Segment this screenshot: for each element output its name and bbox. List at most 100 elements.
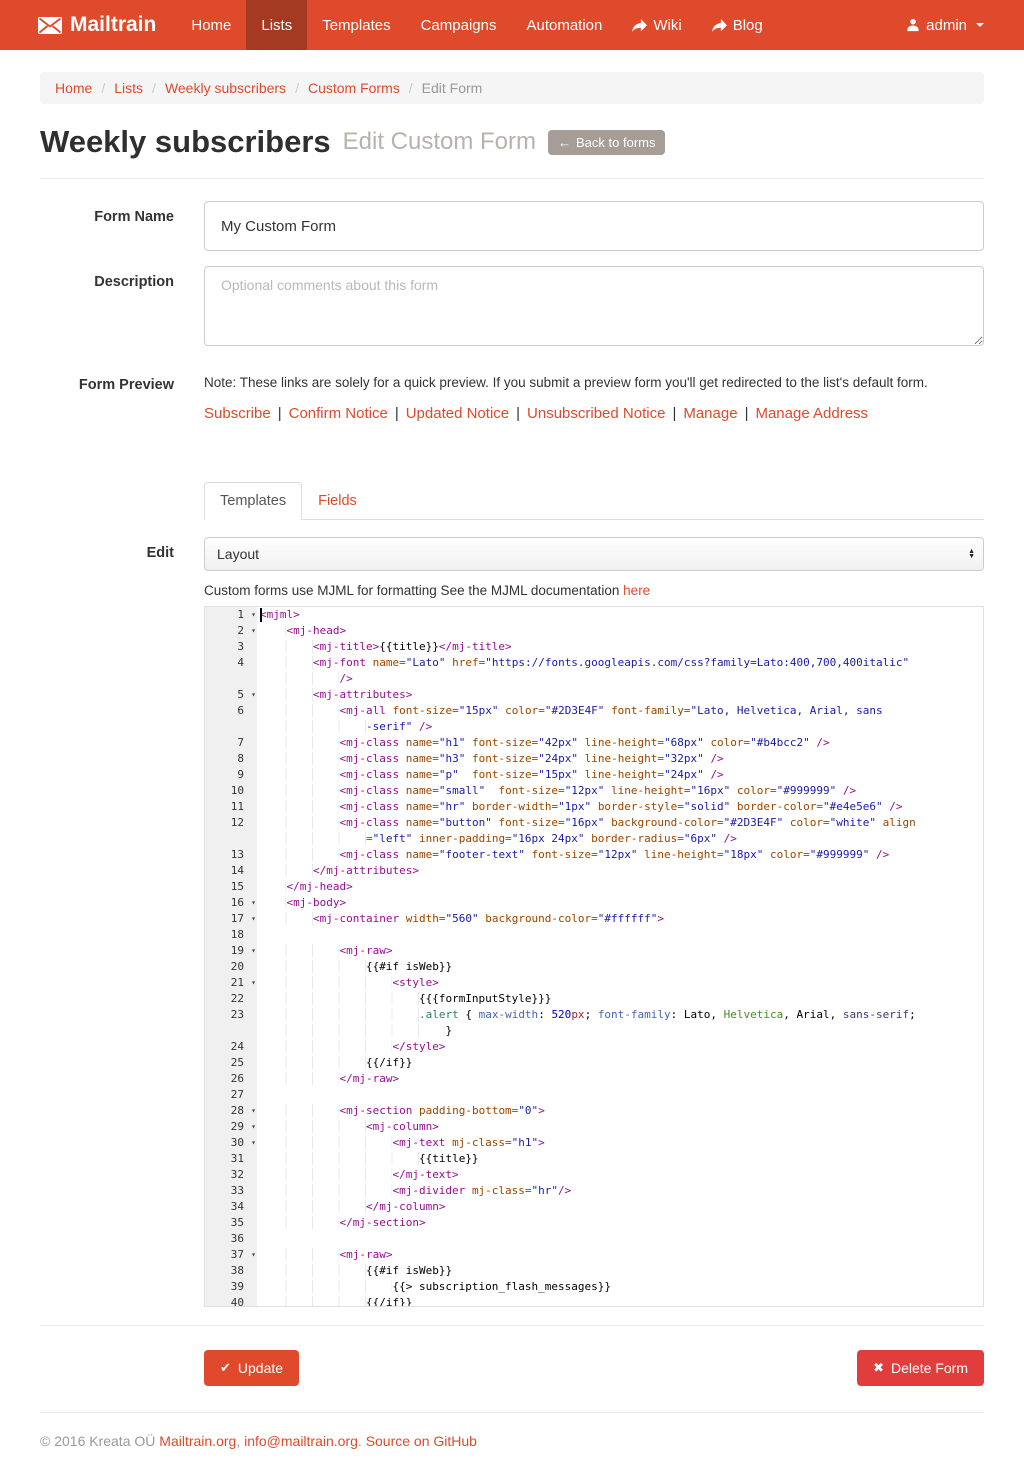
editor-row: 22 {{{formInputStyle}}}: [205, 991, 983, 1007]
indent-guide: [260, 1072, 339, 1085]
fold-arrow-icon[interactable]: ▾: [251, 1103, 256, 1119]
code-token: "solid": [684, 800, 730, 813]
editor-row: 7 <mj-class name="h1" font-size="42px" l…: [205, 735, 983, 751]
nav-item-blog[interactable]: Blog: [697, 0, 778, 50]
code-token: "6px": [684, 832, 717, 845]
brand[interactable]: Mailtrain: [38, 0, 156, 50]
gutter-cell: 3: [205, 639, 257, 655]
nav-item-label: Campaigns: [421, 17, 497, 34]
form-name-row: Form Name: [40, 201, 984, 251]
code-token: </style>: [392, 1040, 445, 1053]
nav-item-templates[interactable]: Templates: [307, 0, 405, 50]
nav-item-campaigns[interactable]: Campaigns: [406, 0, 512, 50]
footer-link-info-mailtrain-org[interactable]: info@mailtrain.org: [244, 1433, 358, 1449]
code-token: padding-bottom=: [419, 1104, 518, 1117]
form-preview-row: Form Preview Note: These links are solel…: [40, 375, 984, 422]
nav-item-label: Templates: [322, 17, 390, 34]
nav-item-lists[interactable]: Lists: [246, 0, 307, 50]
breadcrumb-item-lists[interactable]: Lists: [114, 80, 143, 96]
fold-arrow-icon[interactable]: ▾: [251, 943, 256, 959]
editor-row: 15 </mj-head>: [205, 879, 983, 895]
code-token: background-color=: [611, 816, 724, 829]
code-token: color=: [770, 848, 810, 861]
fold-arrow-icon[interactable]: ▾: [251, 911, 256, 927]
code-token: [399, 848, 406, 861]
code-token: sans-serif: [843, 1008, 909, 1021]
tab-templates[interactable]: Templates: [204, 482, 302, 520]
header-divider: [40, 178, 984, 179]
editor-row: 38 {{#if isWeb}}: [205, 1263, 983, 1279]
editor-row: -serif" />: [205, 719, 983, 735]
page-title: Weekly subscribers: [40, 124, 331, 160]
fold-arrow-icon[interactable]: ▾: [251, 687, 256, 703]
fold-arrow-icon[interactable]: ▾: [251, 895, 256, 911]
edit-layout-select[interactable]: Layout ▲▼: [204, 537, 984, 571]
fold-arrow-icon[interactable]: ▾: [251, 1247, 256, 1263]
footer-text: .: [358, 1433, 366, 1449]
editor-row: 39 {{> subscription_flash_messages}}: [205, 1279, 983, 1295]
preview-link-updated-notice[interactable]: Updated Notice: [406, 405, 509, 422]
code-token: "68px": [664, 736, 704, 749]
code-token: font-family=: [611, 704, 690, 717]
nav-item-automation[interactable]: Automation: [511, 0, 617, 50]
code-line: </mj-head>: [257, 879, 983, 895]
preview-link-separator: |: [672, 405, 676, 422]
nav-item-label: Automation: [526, 17, 602, 34]
fold-arrow-icon[interactable]: ▾: [251, 1119, 256, 1135]
tab-fields[interactable]: Fields: [302, 482, 373, 520]
code-line: <style>: [257, 975, 983, 991]
mjml-doc-link[interactable]: here: [623, 583, 650, 598]
breadcrumb-item-custom-forms[interactable]: Custom Forms: [308, 80, 400, 96]
code-token: [465, 800, 472, 813]
description-row: Description: [40, 266, 984, 351]
code-token: [578, 736, 585, 749]
code-line: <mj-class name="h1" font-size="42px" lin…: [257, 735, 983, 751]
code-token: color=: [790, 816, 830, 829]
form-name-input[interactable]: [204, 201, 984, 251]
back-to-forms-button[interactable]: ← Back to forms: [548, 130, 665, 155]
code-token: </mj-attributes>: [313, 864, 419, 877]
breadcrumb-item-home[interactable]: Home: [55, 80, 92, 96]
preview-link-manage-address[interactable]: Manage Address: [755, 405, 868, 422]
code-token: [591, 800, 598, 813]
code-token: [366, 656, 373, 669]
preview-link-unsubscribed-notice[interactable]: Unsubscribed Notice: [527, 405, 665, 422]
code-token: , Arial,: [783, 1008, 843, 1021]
footer-link-mailtrain-org[interactable]: Mailtrain.org: [159, 1433, 236, 1449]
preview-link-subscribe[interactable]: Subscribe: [204, 405, 271, 422]
gutter-cell: 16▾: [205, 895, 257, 911]
fold-arrow-icon[interactable]: ▾: [251, 623, 256, 639]
code-token: [783, 816, 790, 829]
gutter-cell: 7: [205, 735, 257, 751]
fold-arrow-icon[interactable]: ▾: [251, 1135, 256, 1151]
code-token: [836, 784, 843, 797]
editor-row: 23 .alert { max-width: 520px; font-famil…: [205, 1007, 983, 1023]
breadcrumb-item-weekly-subscribers[interactable]: Weekly subscribers: [165, 80, 286, 96]
code-token: px: [571, 1008, 584, 1021]
code-token: border-style=: [598, 800, 684, 813]
description-textarea[interactable]: [204, 266, 984, 346]
user-menu[interactable]: admin: [906, 17, 984, 34]
fold-arrow-icon[interactable]: ▾: [251, 607, 256, 623]
select-arrows-icon: ▲▼: [968, 549, 975, 559]
footer-link-source-on-github[interactable]: Source on GitHub: [366, 1433, 477, 1449]
fold-arrow-icon[interactable]: ▾: [251, 975, 256, 991]
code-token: line-height=: [644, 848, 723, 861]
gutter-cell: 31: [205, 1151, 257, 1167]
nav-item-home[interactable]: Home: [176, 0, 246, 50]
code-token: "0": [518, 1104, 538, 1117]
editor-row: 17▾ <mj-container width="560" background…: [205, 911, 983, 927]
editor-row: 4 <mj-font name="Lato" href="https://fon…: [205, 655, 983, 671]
code-token: [730, 800, 737, 813]
code-token: Helvetica: [724, 1008, 784, 1021]
update-button[interactable]: ✔ Update: [204, 1350, 299, 1386]
code-line: </mj-attributes>: [257, 863, 983, 879]
page-subtitle: Edit Custom Form: [343, 128, 536, 156]
code-editor[interactable]: 1▾<mjml>2▾ <mj-head>3 <mj-title>{{title}…: [204, 606, 984, 1307]
nav-item-wiki[interactable]: Wiki: [617, 0, 696, 50]
preview-link-manage[interactable]: Manage: [683, 405, 737, 422]
code-line: />: [257, 671, 983, 687]
delete-form-button[interactable]: ✖ Delete Form: [857, 1350, 984, 1386]
preview-link-confirm-notice[interactable]: Confirm Notice: [289, 405, 388, 422]
indent-guide: [260, 720, 366, 733]
